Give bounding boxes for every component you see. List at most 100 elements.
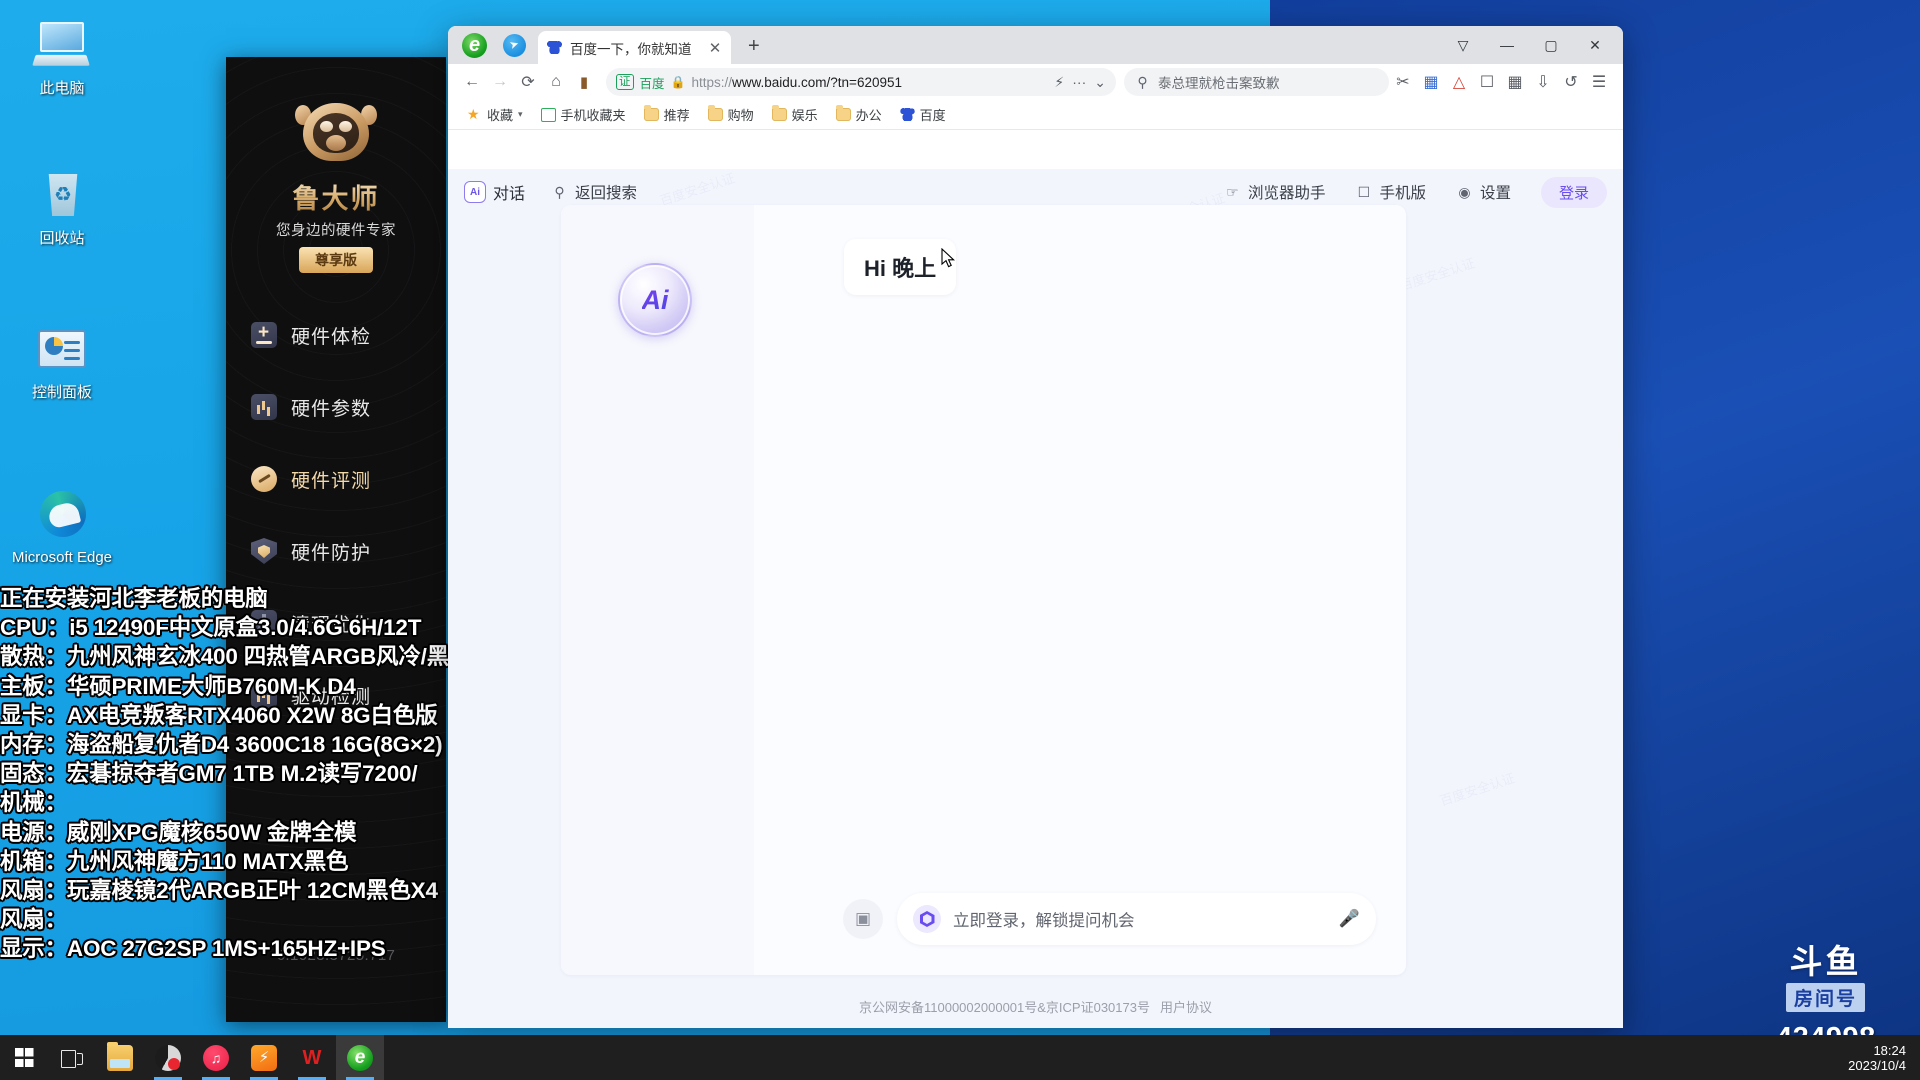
start-button[interactable] bbox=[0, 1035, 48, 1080]
control-panel-icon bbox=[34, 322, 90, 378]
chat-input-placeholder: 立即登录，解锁提问机会 bbox=[953, 912, 1135, 930]
chat-message-bubble: Hi 晚上 bbox=[844, 239, 957, 295]
ludashi-menu-item-hardware-benchmark[interactable]: 硬件评测 bbox=[226, 443, 446, 515]
minimize-button[interactable]: — bbox=[1487, 28, 1527, 62]
page-footer: 京公网安备11000002000001号&京ICP证030173号 用户协议 bbox=[448, 997, 1623, 1016]
avatar-label: Ai bbox=[641, 284, 669, 315]
ai-icon: Ai bbox=[464, 181, 486, 203]
bookmark-recommended[interactable]: 推荐 bbox=[637, 103, 697, 126]
taskbar-ie-browser[interactable] bbox=[336, 1035, 384, 1080]
ludashi-version: 6.1023.3725.717 bbox=[276, 947, 396, 964]
desktop-icon-control-panel[interactable]: 控制面板 bbox=[6, 322, 118, 402]
bookmark-label: 手机收藏夹 bbox=[560, 108, 626, 123]
desktop-icon-label: 回收站 bbox=[39, 230, 85, 247]
taskbar-obs[interactable] bbox=[144, 1035, 192, 1080]
ludashi-menu-item-clean-optimize[interactable]: 清理优化 bbox=[226, 587, 446, 659]
briefcase-icon[interactable]: ▮ bbox=[570, 68, 598, 96]
folder-icon bbox=[707, 105, 723, 121]
ludashi-menu-item-hardware-protection[interactable]: 硬件防护 bbox=[226, 515, 446, 587]
bookmark-favorites[interactable]: 收藏 ▾ bbox=[460, 103, 530, 126]
browser-tab[interactable]: 百度一下，你就知道 ✕ bbox=[538, 31, 731, 64]
ludashi-title: 鲁大师 bbox=[226, 177, 446, 216]
browser-logo-icon bbox=[462, 33, 487, 58]
mobile-version-button[interactable]: ☐ 手机版 bbox=[1355, 181, 1426, 203]
apps-icon[interactable]: ▦ bbox=[1501, 68, 1529, 96]
login-button[interactable]: 登录 bbox=[1540, 176, 1607, 208]
home-button[interactable]: ⌂ bbox=[542, 68, 570, 96]
chat-panel: Ai Hi 晚上 ▣ 立即登录，解锁提问机会 🎤 bbox=[561, 205, 1406, 975]
lightning-icon[interactable]: ⚡ bbox=[1054, 74, 1064, 91]
phone-icon bbox=[540, 107, 556, 122]
close-tab-icon[interactable]: ✕ bbox=[707, 39, 723, 57]
maximize-button[interactable]: ▢ bbox=[1531, 28, 1571, 62]
bookmark-mobile-favorites[interactable]: 手机收藏夹 bbox=[534, 103, 633, 126]
hexagon-icon bbox=[913, 905, 941, 933]
menu-item-label: 硬件评测 bbox=[291, 470, 372, 492]
ludashi-menu-item-driver-check[interactable]: 驱动检测 bbox=[226, 659, 446, 731]
menu-item-label: 硬件防护 bbox=[291, 542, 372, 564]
bookmark-shopping[interactable]: 购物 bbox=[701, 103, 761, 126]
bars-icon bbox=[251, 394, 277, 420]
ludashi-edition-badge: 尊享版 bbox=[299, 247, 373, 273]
bookmark-baidu[interactable]: 百度 bbox=[893, 103, 953, 126]
browser-assistant-label: 浏览器助手 bbox=[1247, 185, 1326, 202]
browser-assistant-button[interactable]: ☞ 浏览器助手 bbox=[1224, 181, 1326, 203]
task-view-button[interactable] bbox=[48, 1035, 96, 1080]
star-icon bbox=[467, 108, 482, 121]
chat-input[interactable]: 立即登录，解锁提问机会 🎤 bbox=[897, 893, 1376, 945]
mic-icon[interactable]: 🎤 bbox=[1339, 909, 1360, 929]
taskbar-netease-music[interactable] bbox=[192, 1035, 240, 1080]
desktop-icon-recycle-bin[interactable]: 回收站 bbox=[6, 168, 118, 248]
netease-music-icon bbox=[203, 1044, 229, 1071]
menu-item-label: 驱动检测 bbox=[291, 686, 372, 708]
back-to-search-label: 返回搜索 bbox=[575, 185, 638, 202]
bookmark-entertainment[interactable]: 娱乐 bbox=[765, 103, 825, 126]
reload-button[interactable]: ⟳ bbox=[514, 68, 542, 96]
download-icon[interactable]: ⇩ bbox=[1529, 68, 1557, 96]
address-bar[interactable]: 证 百度 🔒 https://www.baidu.com/?tn=620951 … bbox=[606, 68, 1116, 96]
forward-button[interactable]: → bbox=[486, 68, 514, 96]
undo-icon[interactable]: ↺ bbox=[1557, 68, 1585, 96]
chevron-down-icon[interactable]: ▾ bbox=[518, 109, 523, 120]
ludashi-logo-icon bbox=[295, 95, 377, 165]
back-to-search-button[interactable]: ⚲ 返回搜索 bbox=[551, 181, 637, 203]
grid-icon[interactable]: ▦ bbox=[1417, 68, 1445, 96]
tab-chat[interactable]: Ai 对话 bbox=[464, 180, 525, 204]
lock-icon: 🔒 bbox=[670, 75, 686, 89]
chevron-down-icon[interactable]: ⌄ bbox=[1094, 74, 1106, 91]
back-button[interactable]: ← bbox=[458, 68, 486, 96]
new-tab-button[interactable]: + bbox=[748, 36, 760, 56]
taskbar-file-explorer[interactable] bbox=[96, 1035, 144, 1080]
search-input[interactable]: 泰总理就枪击案致歉 bbox=[1158, 72, 1280, 92]
taskbar-thunder[interactable] bbox=[240, 1035, 288, 1080]
desktop-icon-this-pc[interactable]: 此电脑 bbox=[6, 18, 118, 98]
bookmark-label: 收藏 bbox=[487, 108, 514, 123]
ludashi-menu-item-hardware-params[interactable]: 硬件参数 bbox=[226, 371, 446, 443]
menu-icon[interactable]: ☰ bbox=[1585, 68, 1613, 96]
desktop-icon-edge[interactable]: Microsoft Edge bbox=[6, 487, 118, 567]
taskbar-wps[interactable] bbox=[288, 1035, 336, 1080]
ludashi-window[interactable]: 鲁大师 您身边的硬件专家 尊享版 硬件体检 硬件参数 硬件评测 硬件防护 清 bbox=[226, 57, 446, 1022]
close-window-button[interactable]: ✕ bbox=[1575, 28, 1615, 62]
clean-icon[interactable]: ▣ bbox=[843, 899, 883, 939]
shield-icon[interactable]: △ bbox=[1445, 68, 1473, 96]
bookmarks-bar: 收藏 ▾ 手机收藏夹 推荐 购物 娱乐 办公 bbox=[448, 100, 1623, 130]
mouse-cursor bbox=[941, 248, 955, 268]
save-icon[interactable]: ☐ bbox=[1473, 68, 1501, 96]
bookmark-office[interactable]: 办公 bbox=[829, 103, 889, 126]
settings-button[interactable]: ◉ 设置 bbox=[1456, 181, 1511, 203]
ludashi-menu: 硬件体检 硬件参数 硬件评测 硬件防护 清理优化 驱动检测 bbox=[226, 299, 446, 731]
clock-time: 18:24 bbox=[1873, 1042, 1906, 1058]
taskbar-clock[interactable]: 18:24 2023/10/4 bbox=[1848, 1043, 1906, 1073]
user-agreement-link[interactable]: 用户协议 bbox=[1160, 1000, 1212, 1015]
bookmark-label: 娱乐 bbox=[791, 108, 818, 123]
telegram-icon[interactable] bbox=[503, 34, 526, 57]
scissors-icon[interactable]: ✂ bbox=[1389, 68, 1417, 96]
more-icon[interactable]: ··· bbox=[1072, 74, 1086, 90]
browser-search-box[interactable]: ⚲ 泰总理就枪击案致歉 bbox=[1124, 68, 1389, 96]
collect-window-icon[interactable]: ▽ bbox=[1443, 28, 1483, 62]
this-pc-icon bbox=[32, 18, 90, 74]
ludashi-menu-item-hardware-check[interactable]: 硬件体检 bbox=[226, 299, 446, 371]
folder-icon bbox=[771, 105, 787, 121]
settings-label: 设置 bbox=[1479, 185, 1511, 202]
